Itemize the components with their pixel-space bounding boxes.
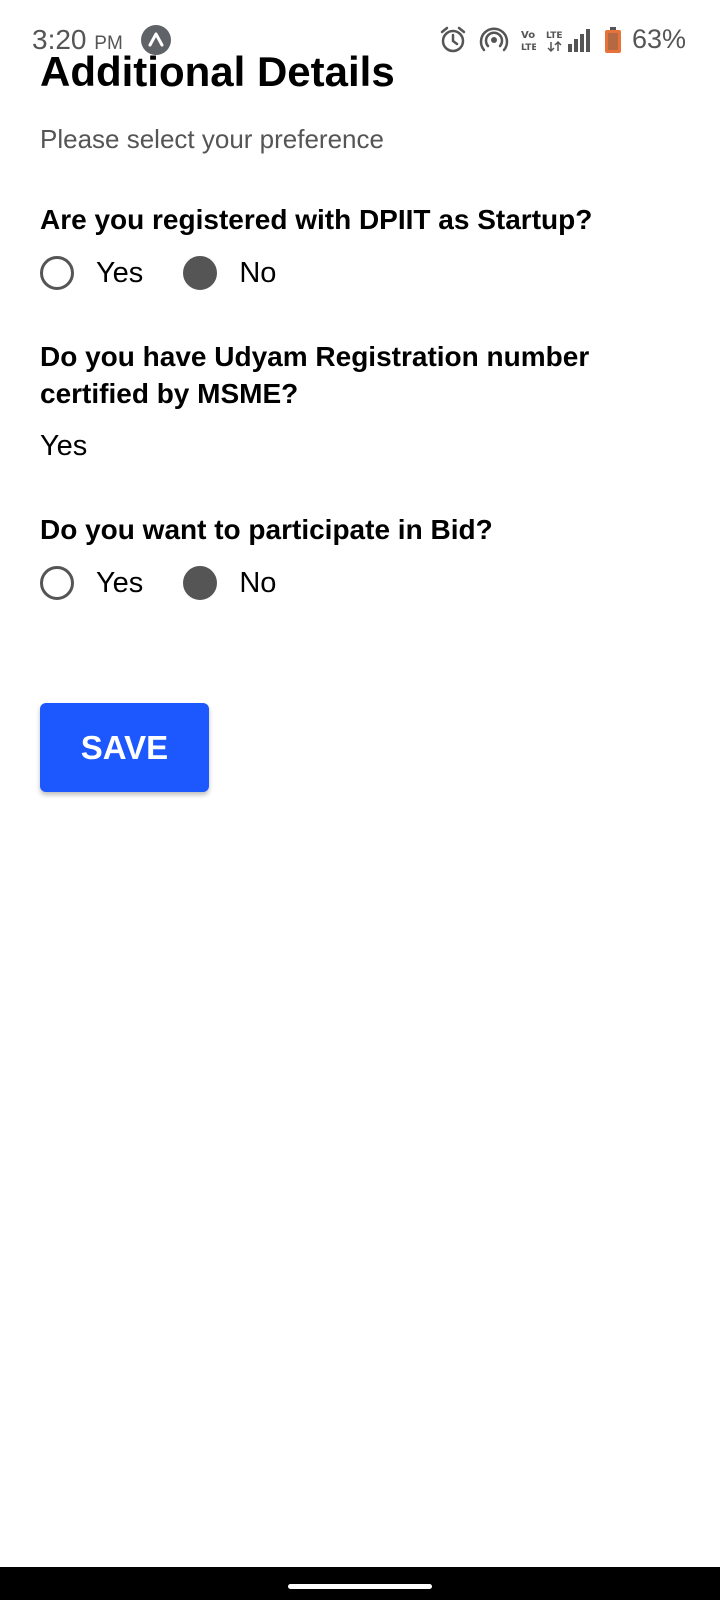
battery-icon: [604, 26, 622, 54]
radio-group-dpiit: Yes No: [40, 253, 316, 293]
lte-signal-icon: LTE: [546, 27, 594, 53]
volte-icon: Vo LTE: [520, 27, 536, 53]
answer-udyam: Yes: [40, 430, 88, 462]
radio-label-yes: Yes: [96, 256, 144, 289]
question-bid: Do you want to participate in Bid?: [40, 514, 493, 545]
radio-button-checked[interactable]: [183, 256, 218, 290]
radio-option-dpiit-yes[interactable]: Yes: [40, 256, 143, 290]
svg-text:LTE: LTE: [546, 31, 563, 41]
radio-label-yes: Yes: [96, 566, 144, 599]
battery-percentage: 63%: [631, 24, 686, 54]
radio-button-unchecked[interactable]: [40, 566, 74, 600]
alarm-icon: [438, 25, 468, 55]
question-dpiit: Are you registered with DPIIT as Startup…: [40, 204, 593, 235]
radio-option-bid-no[interactable]: No: [183, 566, 276, 600]
radio-button-checked[interactable]: [183, 566, 218, 600]
radio-option-dpiit-no[interactable]: No: [183, 256, 276, 290]
radio-button-unchecked[interactable]: [40, 256, 74, 290]
status-icons: Vo LTE LTE 63%: [438, 24, 686, 55]
home-indicator[interactable]: [288, 1584, 432, 1589]
radio-label-no: No: [239, 566, 277, 599]
radio-label-no: No: [239, 256, 277, 289]
page-subtitle: Please select your preference: [40, 124, 384, 154]
page-title: Additional Details: [40, 48, 395, 95]
save-button[interactable]: SAVE: [40, 703, 209, 792]
svg-text:LTE: LTE: [521, 43, 536, 53]
navigation-bar: [0, 1567, 720, 1600]
question-udyam: Do you have Udyam Registration number ce…: [40, 341, 590, 409]
hotspot-icon: [478, 25, 510, 55]
radio-option-bid-yes[interactable]: Yes: [40, 566, 143, 600]
svg-text:Vo: Vo: [521, 30, 535, 41]
radio-group-bid: Yes No: [40, 563, 316, 603]
